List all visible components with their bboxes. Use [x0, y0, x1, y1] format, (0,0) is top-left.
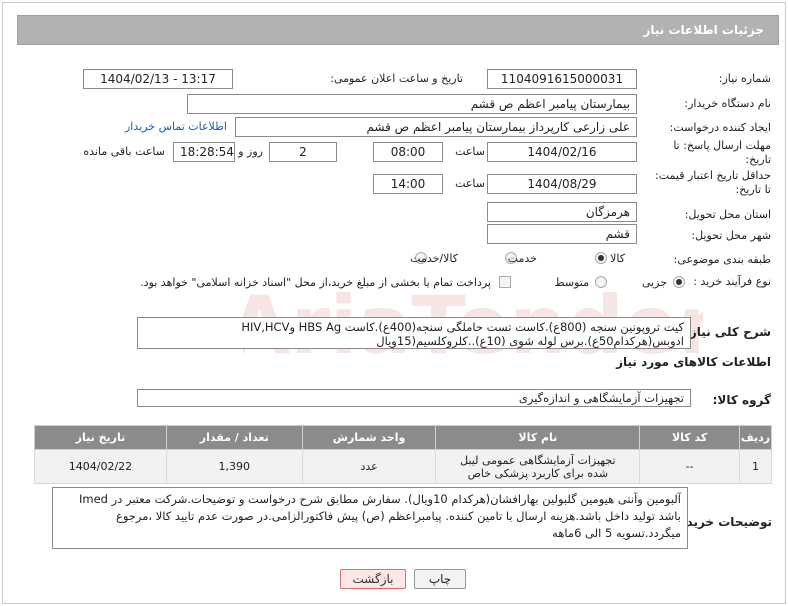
table-row: 1 -- تجهیزات آزمایشگاهی عمومی لیبل شده ب… — [34, 449, 772, 484]
announce-datetime-field: 1404/02/13 - 13:17 — [83, 69, 233, 89]
panel-header: جزئیات اطلاعات نیاز — [17, 15, 779, 45]
row-unit: عدد — [301, 449, 437, 484]
validity-time-label: ساعت — [455, 177, 485, 190]
description-line: کیت تروپونین سنجه (800ع).کاست تست حاملگی… — [241, 320, 684, 334]
price-validity-label: حداقل تاریخ اعتبار قیمت: — [655, 169, 771, 182]
column-header: تاریخ نیاز — [34, 425, 167, 450]
column-header: واحد شمارش — [301, 425, 437, 450]
description-textbox: کیت تروپونین سنجه (800ع).کاست تست حاملگی… — [137, 317, 691, 349]
goods-group-label: گروه کالا: — [712, 393, 771, 407]
creator-label: ایجاد کننده درخواست: — [669, 121, 771, 134]
buyer-notes-line: باشد تولید داخل باشد.هزینه ارسال با تامی… — [115, 509, 681, 523]
column-header: ردیف — [739, 425, 772, 450]
print-button[interactable]: چاپ — [414, 569, 466, 589]
description-line: ادوبس(هرکدام50ع).برس لوله شوی (10ع)..کلر… — [376, 334, 684, 348]
process-label: نوع فرآیند خرید : — [693, 275, 771, 288]
goods-group-field: تجهیزات آزمایشگاهی و اندازه‌گیری — [137, 389, 691, 407]
panel-title: جزئیات اطلاعات نیاز — [643, 23, 764, 37]
province-label: استان محل تحویل: — [684, 208, 771, 221]
row-goods-name: تجهیزات آزمایشگاهی عمومی لیبل شده برای ک… — [435, 449, 641, 484]
reply-deadline-label: مهلت ارسال پاسخ: تا — [673, 139, 771, 152]
row-quantity: 1,390 — [165, 449, 303, 484]
reply-time-label: ساعت — [455, 145, 485, 158]
category-option-goods-service: کالا/خدمت — [410, 252, 458, 265]
validity-date-field: 1404/08/29 — [487, 174, 637, 194]
column-header: تعداد / مقدار — [165, 425, 303, 450]
need-number-field: 1104091615000031 — [487, 69, 637, 89]
process-option-medium: متوسط — [554, 276, 589, 289]
days-label: روز و — [238, 145, 263, 158]
need-number-label: شماره نیاز: — [718, 72, 771, 85]
process-radio-medium[interactable] — [595, 276, 607, 288]
column-header: کد کالا — [639, 425, 741, 450]
goods-info-heading: اطلاعات کالاهای مورد نیاز — [616, 355, 771, 369]
buyer-org-label: نام دستگاه خریدار: — [684, 97, 771, 110]
remaining-label: ساعت باقی مانده — [83, 145, 165, 158]
city-label: شهر محل تحویل: — [691, 229, 771, 242]
buyer-notes-line: میگردد.تسویه 5 الی 6ماهه — [552, 526, 681, 540]
remaining-days-field: 2 — [269, 142, 337, 162]
column-header: نام کالا — [435, 425, 641, 450]
back-button[interactable]: بازگشت — [340, 569, 406, 589]
validity-time-field: 14:00 — [373, 174, 443, 194]
buyer-org-field: بیمارستان پیامبر اعظم ص قشم — [187, 94, 637, 114]
creator-field: علی زارعی کارپرداز بیمارستان پیامبر اعظم… — [235, 117, 637, 137]
treasury-payment-note: پرداخت تمام یا بخشی از مبلغ خرید،از محل … — [140, 276, 491, 289]
reply-deadline-label-2: تاریخ: — [745, 153, 771, 166]
goods-table: ردیف کد کالا نام کالا واحد شمارش تعداد /… — [34, 425, 772, 484]
table-header-row: ردیف کد کالا نام کالا واحد شمارش تعداد /… — [34, 425, 772, 450]
announce-datetime-label: تاریخ و ساعت اعلان عمومی: — [330, 72, 463, 85]
description-label: شرح کلی نیاز: — [685, 325, 771, 339]
row-index: 1 — [739, 449, 772, 484]
remaining-time-field: 18:28:54 — [173, 142, 235, 162]
price-validity-label-2: تا تاریخ: — [735, 183, 771, 196]
category-option-service: خدمت — [507, 252, 537, 265]
reply-date-field: 1404/02/16 — [487, 142, 637, 162]
category-option-goods: کالا — [610, 252, 625, 265]
buyer-contact-link[interactable]: اطلاعات تماس خریدار — [125, 120, 227, 133]
reply-time-field: 08:00 — [373, 142, 443, 162]
category-label: طبقه بندی موضوعی: — [673, 253, 771, 266]
city-field: قشم — [487, 224, 637, 244]
row-goods-code: -- — [639, 449, 741, 484]
treasury-payment-checkbox[interactable] — [499, 276, 511, 288]
province-field: هرمزگان — [487, 202, 637, 222]
process-option-minor: جزیی — [641, 276, 667, 289]
process-radio-minor[interactable] — [673, 276, 685, 288]
buyer-notes-textbox: آلبومین وآنتی هیومین گلبولین بهارافشان(ه… — [52, 487, 688, 549]
row-need-date: 1404/02/22 — [34, 449, 167, 484]
buyer-notes-line: آلبومین وآنتی هیومین گلبولین بهارافشان(ه… — [79, 492, 681, 506]
category-radio-goods[interactable] — [595, 252, 607, 264]
